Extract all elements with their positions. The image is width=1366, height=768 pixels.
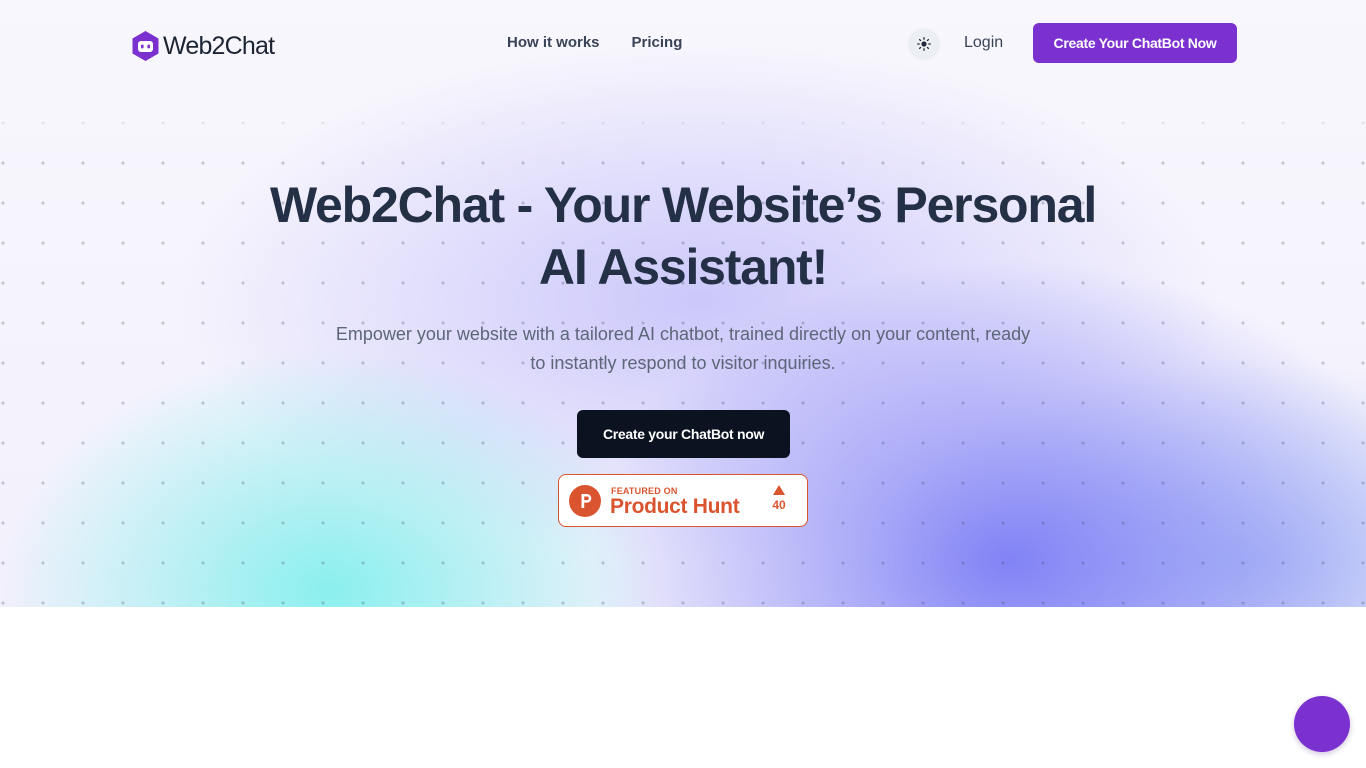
nav-links: How it works Pricing <box>507 34 682 51</box>
hero-headline-line1: Web2Chat - Your Website’s Personal <box>269 177 1097 233</box>
hero-subheading: Empower your website with a tailored AI … <box>303 320 1063 378</box>
product-hunt-logo-icon <box>569 485 601 517</box>
nav-link-pricing[interactable]: Pricing <box>632 34 683 51</box>
nav-link-how-it-works[interactable]: How it works <box>507 34 600 51</box>
logo[interactable]: Web2Chat <box>130 30 275 62</box>
sun-icon <box>917 37 931 51</box>
hero-subheading-line2: to instantly respond to visitor inquirie… <box>530 353 836 373</box>
chat-launcher-button[interactable] <box>1294 696 1350 752</box>
product-hunt-name: Product Hunt <box>610 495 740 518</box>
product-hunt-upvotes: 40 <box>767 485 791 512</box>
theme-toggle-button[interactable] <box>908 28 940 60</box>
product-hunt-badge[interactable]: FEATURED ON Product Hunt 40 <box>558 474 808 527</box>
create-chatbot-hero-button[interactable]: Create your ChatBot now <box>577 410 790 458</box>
navbar: Web2Chat How it works Pricing Login Crea… <box>0 0 1366 88</box>
hero-headline-line2: AI Assistant! <box>538 239 828 295</box>
login-link[interactable]: Login <box>964 34 1003 52</box>
create-chatbot-nav-button[interactable]: Create Your ChatBot Now <box>1033 23 1237 63</box>
hero-subheading-line1: Empower your website with a tailored AI … <box>335 324 1031 344</box>
hero-headline: Web2Chat - Your Website’s Personal AI As… <box>183 174 1183 298</box>
product-hunt-upvote-count: 40 <box>772 498 786 512</box>
logo-text: Web2Chat <box>163 31 275 60</box>
upvote-triangle-icon <box>773 485 785 495</box>
robot-logo-icon <box>132 31 159 61</box>
